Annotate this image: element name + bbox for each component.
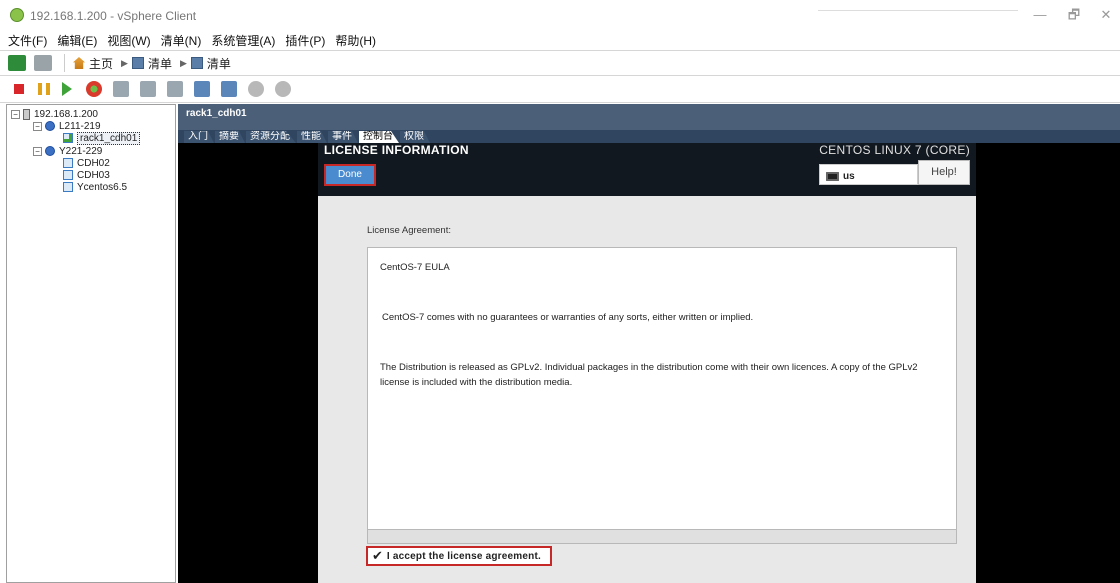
tree-item-vm3[interactable]: CDH03 xyxy=(63,169,110,181)
breadcrumb-inventory2-label: 清单 xyxy=(206,56,231,71)
nav-divider xyxy=(64,54,65,72)
tab-console[interactable]: 控制台 xyxy=(359,131,399,143)
installer-screen: LICENSE INFORMATION CENTOS LINUX 7 (CORE… xyxy=(318,143,976,583)
power-off-icon[interactable] xyxy=(14,84,24,94)
datacenter-icon xyxy=(45,146,55,156)
vm-tabs: 入门 摘要 资源分配 性能 事件 控制台 权限 xyxy=(178,130,1120,143)
menu-file[interactable]: 文件(F) xyxy=(8,32,47,49)
vm-icon xyxy=(63,158,73,168)
tree-item-dc2[interactable]: − Y221-229 xyxy=(33,145,102,157)
forward-arrow-icon[interactable] xyxy=(34,55,52,71)
vm-name-header: rack1_cdh01 xyxy=(178,104,1120,130)
restore-button[interactable]: 🗗 xyxy=(1064,6,1084,24)
vm-icon xyxy=(63,182,73,192)
accept-license-label: I accept the license agreement. xyxy=(386,550,541,562)
collapse-icon[interactable]: − xyxy=(33,146,42,156)
vm-icon xyxy=(63,170,73,180)
menu-help[interactable]: 帮助(H) xyxy=(335,32,376,49)
tree-label-vm3: CDH03 xyxy=(77,169,110,181)
tree-label-vm-selected: rack1_cdh01 xyxy=(77,131,141,145)
installer-header: LICENSE INFORMATION CENTOS LINUX 7 (CORE… xyxy=(318,143,976,196)
tree-label-vm4: Ycentos6.5 xyxy=(77,181,128,193)
license-text-area[interactable]: CentOS-7 EULA CentOS-7 comes with no gua… xyxy=(367,247,957,530)
eula-title: CentOS-7 EULA xyxy=(380,262,450,273)
breadcrumb-home[interactable]: 主页 xyxy=(73,55,113,72)
tree-item-vm2[interactable]: CDH02 xyxy=(63,157,110,169)
tree-item-dc1[interactable]: − L211-219 xyxy=(33,120,101,132)
console-icon[interactable] xyxy=(194,81,210,97)
title-bar-field xyxy=(818,8,1018,11)
menu-administration[interactable]: 系统管理(A) xyxy=(211,32,275,49)
tree-item-vm-selected[interactable]: rack1_cdh01 xyxy=(63,131,141,145)
datacenter-icon xyxy=(45,121,55,131)
menu-plugins[interactable]: 插件(P) xyxy=(285,32,325,49)
minimize-button[interactable]: — xyxy=(1030,6,1050,24)
window-title-bar: 192.168.1.200 - vSphere Client — 🗗 ✕ xyxy=(0,0,1120,30)
migrate-icon[interactable] xyxy=(221,81,237,97)
tree-item-vm4[interactable]: Ycentos6.5 xyxy=(63,181,127,193)
power-on-icon[interactable] xyxy=(62,82,72,96)
close-button[interactable]: ✕ xyxy=(1096,6,1116,24)
vm-toolbar xyxy=(0,76,1120,103)
tab-summary[interactable]: 摘要 xyxy=(215,131,245,143)
done-button[interactable]: Done xyxy=(324,164,376,186)
window-title: 192.168.1.200 - vSphere Client xyxy=(30,9,197,23)
reset-icon[interactable] xyxy=(86,81,102,97)
breadcrumb-arrow-icon: ▶ xyxy=(121,57,128,68)
installer-product: CENTOS LINUX 7 (CORE) xyxy=(819,143,970,157)
collapse-icon[interactable]: − xyxy=(11,109,20,119)
inventory-tree: − 192.168.1.200 − L211-219 rack1_cdh01 −… xyxy=(6,104,176,583)
menu-edit[interactable]: 编辑(E) xyxy=(57,32,97,49)
tab-performance[interactable]: 性能 xyxy=(297,131,327,143)
tree-label-dc2: Y221-229 xyxy=(59,145,103,157)
tab-permissions[interactable]: 权限 xyxy=(400,131,430,143)
home-icon xyxy=(73,57,85,69)
breadcrumb-inventory-2[interactable]: ▶ 清单 xyxy=(180,55,231,72)
inventory-icon xyxy=(131,57,144,69)
checkmark-icon: ✔ xyxy=(372,548,383,563)
tree-item-host[interactable]: − 192.168.1.200 xyxy=(11,108,98,120)
inventory-list-icon xyxy=(190,57,203,69)
accept-license-checkbox[interactable]: ✔ I accept the license agreement. xyxy=(366,546,552,566)
tab-events[interactable]: 事件 xyxy=(328,131,358,143)
keyboard-icon xyxy=(826,172,839,181)
tab-getting-started[interactable]: 入门 xyxy=(184,131,214,143)
snapshot-manager-icon[interactable] xyxy=(167,81,183,97)
revert-snapshot-icon[interactable] xyxy=(140,81,156,97)
tree-label-dc1: L211-219 xyxy=(59,120,101,132)
suspend-icon[interactable] xyxy=(38,83,50,95)
vsphere-app-icon xyxy=(10,8,24,22)
menu-view[interactable]: 视图(W) xyxy=(107,32,150,49)
collapse-icon[interactable]: − xyxy=(33,121,42,131)
host-icon xyxy=(23,108,30,120)
tree-label-vm2: CDH02 xyxy=(77,157,110,169)
keyboard-layout-indicator[interactable]: us xyxy=(819,164,918,185)
navigation-bar: 主页 ▶ 清单 ▶ 清单 xyxy=(0,50,1120,76)
license-scroll-footer xyxy=(367,530,957,544)
back-arrow-icon[interactable] xyxy=(8,55,26,71)
breadcrumb-home-label: 主页 xyxy=(89,56,114,71)
help-button[interactable]: Help! xyxy=(918,160,970,185)
eula-paragraph-gpl: The Distribution is released as GPLv2. I… xyxy=(380,362,918,388)
installer-title: LICENSE INFORMATION xyxy=(324,143,469,157)
menu-bar: 文件(F) 编辑(E) 视图(W) 清单(N) 系统管理(A) 插件(P) 帮助… xyxy=(0,30,1120,50)
tab-resource-allocation[interactable]: 资源分配 xyxy=(246,131,296,143)
breadcrumb-inventory-label: 清单 xyxy=(147,56,172,71)
vm-running-icon xyxy=(63,133,73,143)
keyboard-layout-label: us xyxy=(843,171,855,182)
breadcrumb-arrow-icon: ▶ xyxy=(179,57,187,68)
permissions-icon[interactable] xyxy=(275,81,291,97)
breadcrumb-inventory[interactable]: ▶ 清单 xyxy=(121,55,172,72)
menu-inventory[interactable]: 清单(N) xyxy=(161,32,202,49)
settings-icon[interactable] xyxy=(248,81,264,97)
license-agreement-label: License Agreement: xyxy=(367,225,451,236)
snapshot-icon[interactable] xyxy=(113,81,129,97)
eula-paragraph-warranty: CentOS-7 comes with no guarantees or war… xyxy=(382,312,754,323)
tree-label-host: 192.168.1.200 xyxy=(34,108,98,120)
